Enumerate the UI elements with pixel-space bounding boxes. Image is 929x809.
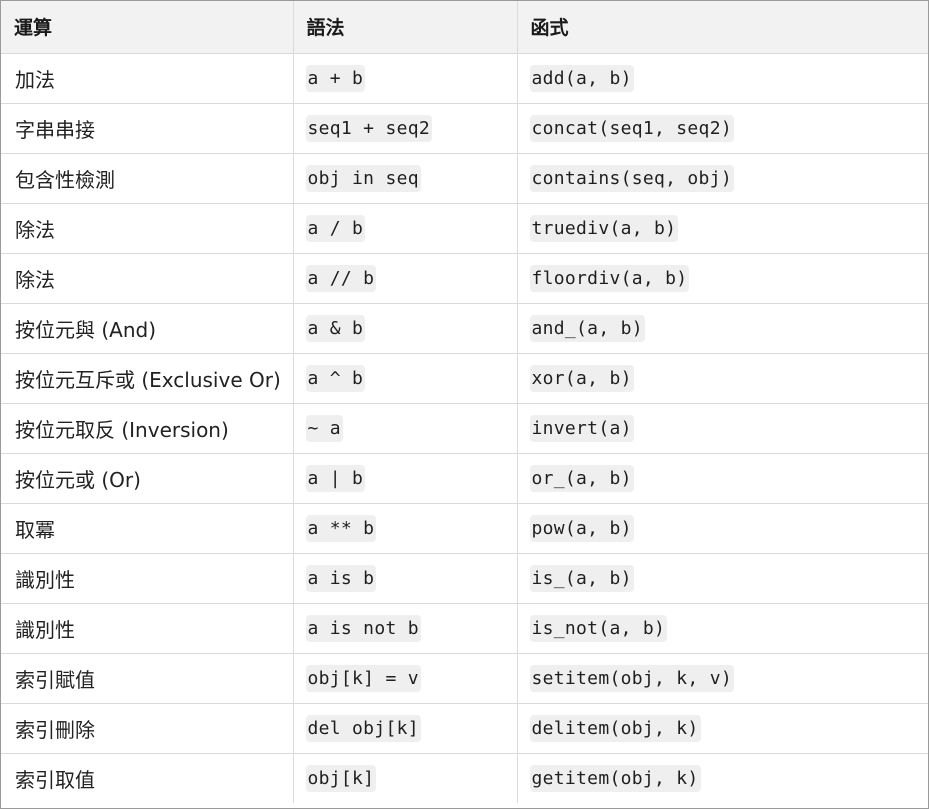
syntax-code: seq1 + seq2	[305, 114, 433, 142]
syntax-code: a | b	[305, 464, 366, 492]
syntax-code: a is not b	[305, 614, 421, 642]
function-code: or_(a, b)	[529, 464, 634, 492]
syntax-cell: a + b	[293, 53, 518, 104]
table-row: 取冪 a ** b pow(a, b)	[1, 503, 928, 554]
table-row: 識別性 a is b is_(a, b)	[1, 553, 928, 604]
function-cell: or_(a, b)	[517, 453, 928, 504]
header-function: 函式	[517, 1, 928, 54]
function-code: pow(a, b)	[529, 514, 634, 542]
function-cell: invert(a)	[517, 403, 928, 454]
table-row: 包含性檢測 obj in seq contains(seq, obj)	[1, 153, 928, 204]
table-row: 加法 a + b add(a, b)	[1, 53, 928, 104]
function-code: getitem(obj, k)	[529, 764, 701, 792]
syntax-code: a + b	[305, 64, 366, 92]
operation-cell: 包含性檢測	[1, 153, 294, 204]
function-code: contains(seq, obj)	[529, 164, 734, 192]
function-cell: contains(seq, obj)	[517, 153, 928, 204]
syntax-code: a ^ b	[305, 364, 366, 392]
function-cell: setitem(obj, k, v)	[517, 653, 928, 704]
syntax-cell: a ^ b	[293, 353, 518, 404]
function-code: truediv(a, b)	[529, 214, 679, 242]
function-code: invert(a)	[529, 414, 634, 442]
operation-cell: 索引賦值	[1, 653, 294, 704]
syntax-code: obj in seq	[305, 164, 421, 192]
syntax-cell: ~ a	[293, 403, 518, 454]
table-row: 按位元與 (And) a & b and_(a, b)	[1, 303, 928, 354]
operation-cell: 加法	[1, 53, 294, 104]
operation-cell: 除法	[1, 253, 294, 304]
operator-table-container: 運算 語法 函式 加法 a + b add(a, b) 字串串接 seq1 + …	[0, 0, 929, 809]
function-cell: and_(a, b)	[517, 303, 928, 354]
function-cell: pow(a, b)	[517, 503, 928, 554]
function-code: and_(a, b)	[529, 314, 645, 342]
operation-cell: 取冪	[1, 503, 294, 554]
function-cell: add(a, b)	[517, 53, 928, 104]
syntax-code: obj[k]	[305, 764, 377, 792]
syntax-cell: obj in seq	[293, 153, 518, 204]
operator-table: 運算 語法 函式 加法 a + b add(a, b) 字串串接 seq1 + …	[1, 1, 928, 803]
table-row: 索引賦值 obj[k] = v setitem(obj, k, v)	[1, 653, 928, 704]
function-code: setitem(obj, k, v)	[529, 664, 734, 692]
syntax-code: a ** b	[305, 514, 377, 542]
function-cell: floordiv(a, b)	[517, 253, 928, 304]
operation-cell: 字串串接	[1, 103, 294, 154]
function-code: is_not(a, b)	[529, 614, 668, 642]
operation-cell: 按位元與 (And)	[1, 303, 294, 354]
operation-cell: 按位元或 (Or)	[1, 453, 294, 504]
function-cell: truediv(a, b)	[517, 203, 928, 254]
function-code: concat(seq1, seq2)	[529, 114, 734, 142]
table-body: 加法 a + b add(a, b) 字串串接 seq1 + seq2 conc…	[1, 53, 928, 803]
syntax-code: del obj[k]	[305, 714, 421, 742]
table-row: 除法 a / b truediv(a, b)	[1, 203, 928, 254]
syntax-code: obj[k] = v	[305, 664, 421, 692]
function-code: floordiv(a, b)	[529, 264, 690, 292]
syntax-cell: seq1 + seq2	[293, 103, 518, 154]
syntax-cell: a is not b	[293, 603, 518, 654]
syntax-code: a / b	[305, 214, 366, 242]
function-cell: delitem(obj, k)	[517, 703, 928, 754]
function-code: delitem(obj, k)	[529, 714, 701, 742]
syntax-cell: a ** b	[293, 503, 518, 554]
header-operation: 運算	[1, 1, 294, 54]
operation-cell: 索引刪除	[1, 703, 294, 754]
operation-cell: 識別性	[1, 553, 294, 604]
header-row: 運算 語法 函式	[1, 1, 928, 54]
function-cell: is_(a, b)	[517, 553, 928, 604]
table-row: 識別性 a is not b is_not(a, b)	[1, 603, 928, 654]
table-row: 按位元或 (Or) a | b or_(a, b)	[1, 453, 928, 504]
table-row: 按位元互斥或 (Exclusive Or) a ^ b xor(a, b)	[1, 353, 928, 404]
function-code: is_(a, b)	[529, 564, 634, 592]
syntax-cell: a / b	[293, 203, 518, 254]
syntax-cell: a is b	[293, 553, 518, 604]
function-code: add(a, b)	[529, 64, 634, 92]
header-syntax: 語法	[293, 1, 518, 54]
syntax-cell: obj[k] = v	[293, 653, 518, 704]
table-header: 運算 語法 函式	[1, 1, 928, 54]
function-cell: is_not(a, b)	[517, 603, 928, 654]
operation-cell: 按位元取反 (Inversion)	[1, 403, 294, 454]
operation-cell: 索引取值	[1, 753, 294, 803]
function-cell: concat(seq1, seq2)	[517, 103, 928, 154]
syntax-code: ~ a	[305, 414, 343, 442]
operation-cell: 識別性	[1, 603, 294, 654]
syntax-cell: a | b	[293, 453, 518, 504]
operation-cell: 除法	[1, 203, 294, 254]
syntax-code: a & b	[305, 314, 366, 342]
operation-cell: 按位元互斥或 (Exclusive Or)	[1, 353, 294, 404]
table-row: 索引刪除 del obj[k] delitem(obj, k)	[1, 703, 928, 754]
syntax-code: a is b	[305, 564, 377, 592]
function-cell: getitem(obj, k)	[517, 753, 928, 803]
syntax-cell: a & b	[293, 303, 518, 354]
table-row: 字串串接 seq1 + seq2 concat(seq1, seq2)	[1, 103, 928, 154]
table-row: 除法 a // b floordiv(a, b)	[1, 253, 928, 304]
syntax-code: a // b	[305, 264, 377, 292]
table-row: 按位元取反 (Inversion) ~ a invert(a)	[1, 403, 928, 454]
syntax-cell: del obj[k]	[293, 703, 518, 754]
syntax-cell: obj[k]	[293, 753, 518, 803]
syntax-cell: a // b	[293, 253, 518, 304]
function-code: xor(a, b)	[529, 364, 634, 392]
table-row: 索引取值 obj[k] getitem(obj, k)	[1, 753, 928, 803]
function-cell: xor(a, b)	[517, 353, 928, 404]
